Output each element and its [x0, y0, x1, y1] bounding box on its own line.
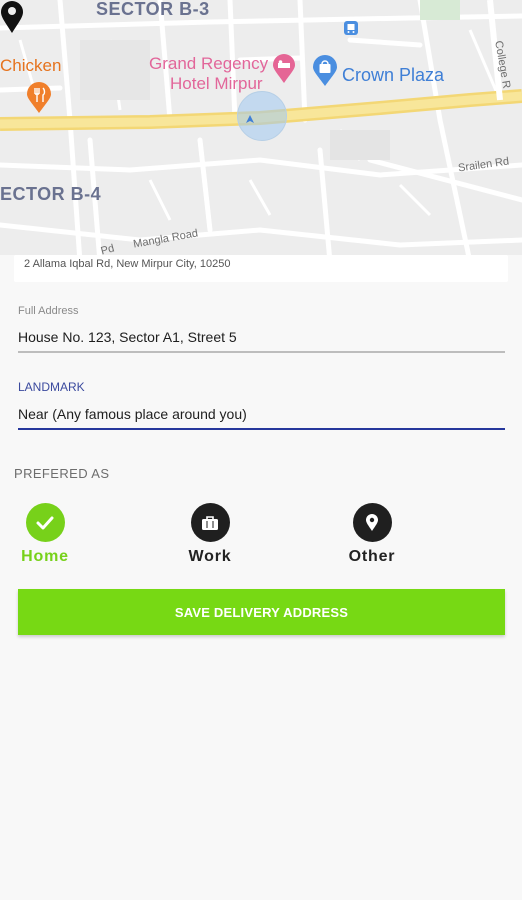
preferred-as-label: PREFERED AS: [14, 466, 110, 481]
full-address-input[interactable]: House No. 123, Sector A1, Street 5: [18, 329, 505, 353]
map-poi-chicken[interactable]: Chicken: [0, 57, 61, 74]
landmark-field[interactable]: LANDMARK Near (Any famous place around y…: [18, 380, 505, 430]
address-type-home-label: Home: [21, 548, 69, 565]
address-type-other[interactable]: Other: [327, 503, 417, 566]
address-form: 2 Allama Iqbal Rd, New Mirpur City, 1025…: [0, 255, 522, 900]
hotel-icon[interactable]: [272, 54, 296, 84]
full-address-label: Full Address: [18, 305, 79, 317]
restaurant-icon[interactable]: [26, 82, 52, 114]
landmark-input[interactable]: Near (Any famous place around you): [18, 406, 505, 430]
map-area-label-b3: SECTOR B-3: [96, 0, 210, 19]
landmark-label: LANDMARK: [18, 380, 85, 394]
address-type-other-label: Other: [348, 548, 396, 565]
shopping-bag-icon[interactable]: [312, 55, 338, 87]
full-address-field[interactable]: Full Address House No. 123, Sector A1, S…: [18, 305, 505, 353]
transit-icon[interactable]: [343, 20, 359, 36]
address-summary: 2 Allama Iqbal Rd, New Mirpur City, 1025…: [14, 255, 508, 282]
map-poi-crown-plaza[interactable]: Crown Plaza: [342, 66, 444, 84]
map-poi-grand-regency-line1[interactable]: Grand Regency: [149, 55, 268, 72]
map-location-pin-icon[interactable]: [0, 0, 24, 34]
address-type-work-label: Work: [188, 548, 232, 565]
briefcase-icon: [190, 503, 230, 542]
address-type-home[interactable]: Home: [0, 503, 90, 566]
navigation-arrow-icon: [246, 115, 254, 123]
address-type-work[interactable]: Work: [165, 503, 255, 566]
save-delivery-address-button[interactable]: SAVE DELIVERY ADDRESS: [18, 589, 505, 635]
location-pin-icon: [352, 503, 392, 542]
map-view[interactable]: SECTOR B-3 ECTOR B-4 Chicken Grand Regen…: [0, 0, 522, 262]
map-area-label-b4: ECTOR B-4: [0, 184, 102, 204]
map-poi-grand-regency-line2[interactable]: Hotel Mirpur: [170, 75, 263, 92]
check-icon: [25, 503, 65, 542]
